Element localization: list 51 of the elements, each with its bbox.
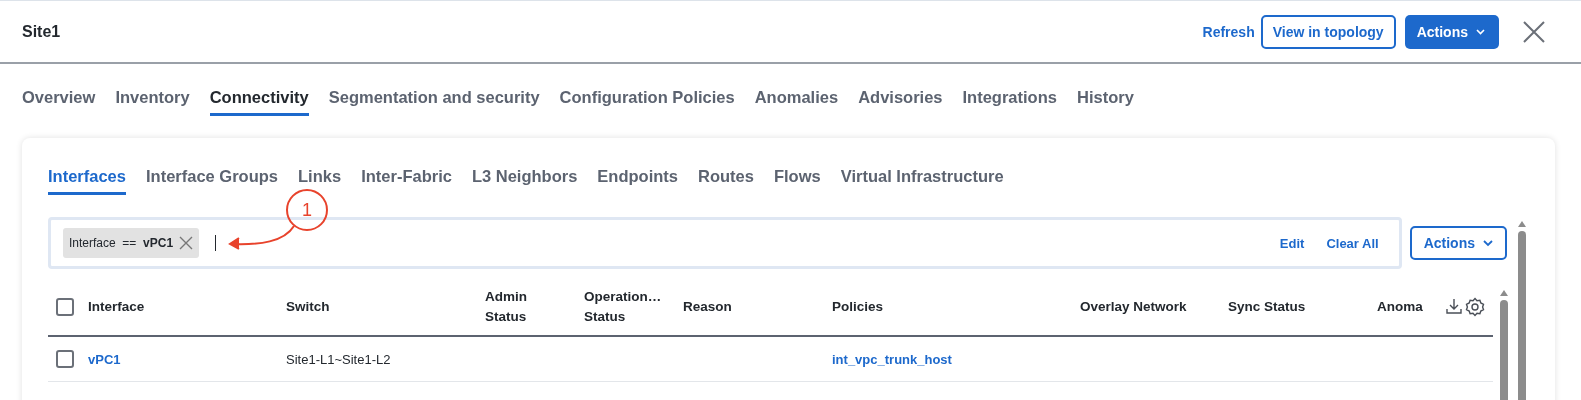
download-icon[interactable] (1445, 297, 1463, 315)
column-header: Policies (832, 298, 885, 316)
subtab[interactable]: Links (298, 167, 342, 195)
tab[interactable]: History (1076, 88, 1134, 116)
table-link[interactable]: vPC1 (88, 351, 286, 367)
subtab[interactable]: Endpoints (597, 167, 678, 195)
subtab[interactable]: L3 Neighbors (471, 167, 578, 195)
column-header: Overlay Network (1080, 298, 1188, 316)
tab[interactable]: Anomalies (754, 88, 839, 116)
settings-icon[interactable] (1465, 297, 1485, 317)
tab[interactable]: Overview (22, 88, 96, 116)
scrollbar[interactable] (1517, 221, 1527, 400)
subtab[interactable]: Virtual Infrastructure (840, 167, 1004, 195)
page-title: Site1 (22, 22, 62, 41)
actions-button[interactable]: Actions (1404, 14, 1499, 49)
row-checkbox[interactable] (56, 350, 74, 368)
tab[interactable]: Advisories (858, 88, 943, 116)
scroll-up-icon[interactable] (1500, 290, 1508, 296)
table-scrollbar[interactable] (1499, 290, 1509, 400)
close-icon[interactable] (1523, 20, 1545, 43)
subtab[interactable]: Inter-Fabric (361, 167, 452, 195)
column-header: Admin Status (485, 288, 528, 326)
view-in-topology-button[interactable]: View in topology (1260, 14, 1396, 49)
tab[interactable]: Configuration Policies (559, 88, 735, 116)
tab[interactable]: Segmentation and security (328, 88, 540, 116)
tab[interactable]: Inventory (115, 88, 190, 116)
clear-all-link[interactable]: Clear All (1314, 235, 1379, 251)
column-header: Operation… Status (584, 288, 663, 326)
subtab[interactable]: Routes (698, 167, 754, 195)
filter-chip[interactable]: Interface == vPC1 (63, 228, 200, 258)
subtab[interactable]: Interfaces (48, 167, 126, 195)
column-header: Reason (683, 298, 733, 316)
remove-icon[interactable] (179, 236, 194, 250)
subtab[interactable]: Interface Groups (145, 167, 278, 195)
tab[interactable]: Connectivity (209, 88, 309, 116)
scroll-up-icon[interactable] (1518, 221, 1526, 227)
column-header: Sync Status (1228, 298, 1307, 316)
refresh-link[interactable]: Refresh (1202, 23, 1261, 40)
edit-link[interactable]: Edit (1267, 235, 1305, 251)
chevron-down-icon (1476, 28, 1485, 35)
table-link[interactable]: int_vpc_trunk_host (832, 351, 1080, 367)
column-header: Interface (88, 298, 146, 316)
actions-dropdown[interactable]: Actions (1409, 226, 1507, 260)
filter-field[interactable]: Interface == vPC1 Edit Clear All (48, 217, 1402, 269)
tab[interactable]: Integrations (962, 88, 1057, 116)
table-cell-text: Site1-L1~Site1-L2 (286, 351, 392, 367)
subtab[interactable]: Flows (773, 167, 821, 195)
chevron-down-icon (1483, 239, 1493, 247)
column-header: Switch (286, 298, 331, 316)
select-all-checkbox[interactable] (56, 298, 74, 316)
column-header: Anoma (1377, 298, 1424, 316)
